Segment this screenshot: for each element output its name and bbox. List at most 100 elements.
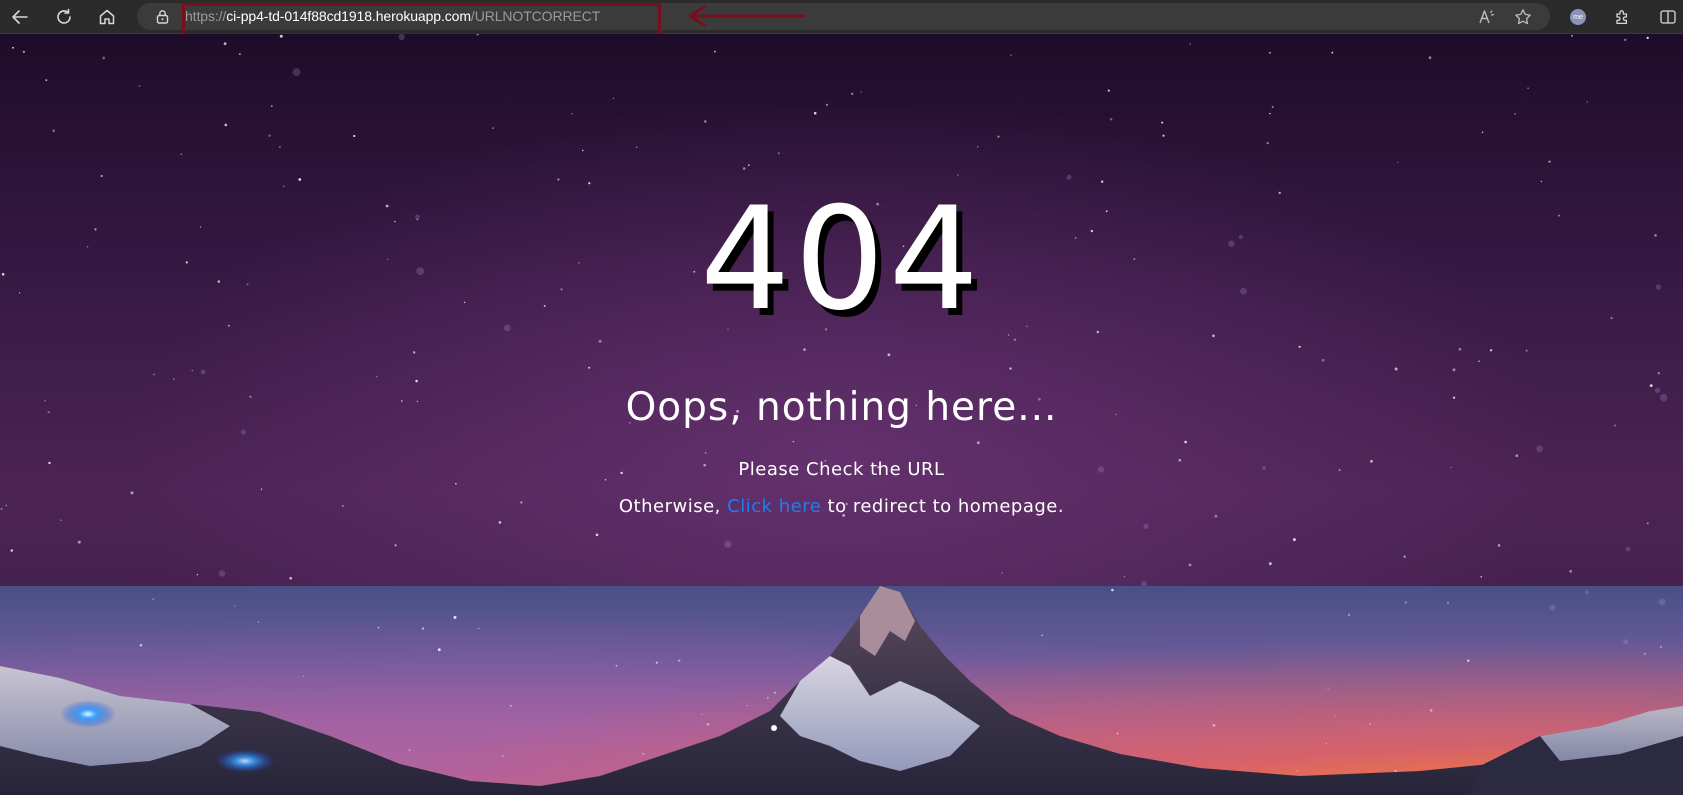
star [976, 146, 979, 148]
read-aloud-button[interactable] [1473, 3, 1501, 31]
back-icon [12, 10, 28, 24]
url-path: /URLNOTCORRECT [470, 8, 601, 24]
star [200, 369, 206, 375]
star [1480, 576, 1482, 578]
star [612, 97, 615, 99]
star [180, 153, 183, 156]
profile-button[interactable]: me [1564, 3, 1592, 31]
star [1536, 445, 1543, 453]
favorite-button[interactable] [1509, 3, 1537, 31]
star [1268, 51, 1271, 54]
star [153, 373, 155, 376]
star [813, 111, 817, 115]
homepage-link[interactable]: Click here [727, 496, 821, 517]
star [1143, 523, 1149, 529]
star [1458, 347, 1462, 351]
star [1548, 160, 1551, 163]
star [777, 152, 780, 155]
star [218, 570, 226, 577]
refresh-icon [57, 8, 71, 24]
star [52, 129, 56, 133]
star [1212, 334, 1215, 338]
error-message: Please Check the URL [738, 459, 945, 480]
star [1646, 522, 1649, 525]
star [1162, 134, 1165, 137]
star [10, 549, 14, 552]
star [60, 519, 62, 521]
star [571, 112, 573, 115]
error-code-heading: 404 [699, 177, 984, 342]
star [1331, 51, 1334, 54]
star [595, 533, 599, 537]
home-button[interactable] [93, 3, 121, 31]
star [557, 178, 560, 181]
star [476, 34, 479, 36]
star [398, 34, 405, 40]
redirect-suffix: to redirect to homepage. [827, 496, 1065, 517]
star [803, 348, 806, 351]
refresh-button[interactable] [50, 3, 78, 31]
star [1101, 180, 1104, 183]
star [1646, 36, 1649, 40]
star [1107, 89, 1110, 92]
star [100, 174, 103, 178]
star [976, 441, 980, 445]
star [598, 339, 602, 343]
star [1403, 555, 1406, 558]
star [792, 440, 794, 443]
star [851, 92, 854, 95]
star [1525, 349, 1528, 352]
star [997, 135, 1000, 138]
star [239, 53, 241, 55]
star [173, 378, 175, 380]
star [130, 491, 134, 495]
star [588, 366, 591, 369]
star [635, 146, 638, 148]
redirect-prefix: Otherwise, [618, 496, 721, 517]
star [223, 42, 227, 46]
extensions-icon [1616, 10, 1628, 25]
star [588, 182, 591, 185]
back-button[interactable] [6, 3, 34, 31]
star [714, 50, 716, 53]
star [224, 123, 228, 127]
favorite-star-icon [1515, 9, 1531, 25]
star [22, 50, 25, 53]
star [279, 146, 281, 148]
url-text[interactable]: https://ci-pp4-td-014f88cd1918.herokuapp… [185, 8, 600, 24]
extensions-button[interactable] [1609, 3, 1637, 31]
error-page: 404 Oops, nothing here... Please Check t… [0, 34, 1683, 795]
star [282, 185, 285, 188]
redirect-line: Otherwise, Click here to redirect to hom… [0, 496, 1683, 517]
star [1321, 359, 1325, 362]
star [957, 174, 959, 176]
star [45, 79, 48, 82]
split-screen-button[interactable] [1654, 3, 1682, 31]
home-icon [99, 9, 115, 25]
star [825, 103, 828, 106]
star [1266, 142, 1269, 145]
star [1569, 570, 1572, 573]
lock-icon[interactable] [155, 9, 170, 24]
star [1586, 101, 1589, 103]
star [1013, 338, 1016, 341]
sky-background [0, 586, 1683, 795]
star [240, 429, 246, 435]
star [498, 521, 502, 524]
star [394, 544, 397, 547]
star [298, 178, 302, 181]
browser-toolbar: https://ci-pp4-td-014f88cd1918.herokuapp… [0, 0, 1683, 36]
star [77, 540, 81, 544]
star [1571, 34, 1573, 37]
star [1066, 174, 1072, 180]
star [279, 34, 283, 38]
star [1189, 43, 1191, 45]
address-bar[interactable]: https://ci-pp4-td-014f88cd1918.herokuapp… [137, 3, 1550, 30]
star [1540, 180, 1543, 183]
split-screen-icon [1660, 10, 1676, 24]
star [1268, 562, 1272, 566]
star [724, 540, 732, 548]
star [353, 134, 356, 138]
star [1625, 546, 1631, 552]
star [413, 351, 416, 354]
